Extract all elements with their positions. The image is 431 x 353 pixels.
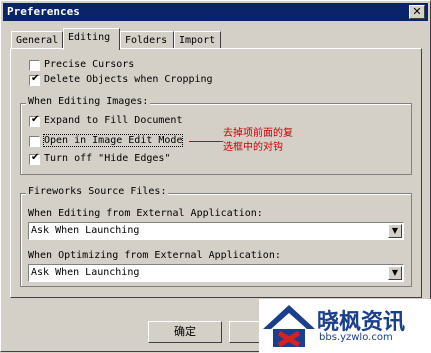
editing-external-select[interactable]: Ask When Launching ▼ xyxy=(28,222,404,240)
tab-import[interactable]: Import xyxy=(174,31,221,49)
window-title: Preferences xyxy=(7,5,80,18)
expand-fill-label[interactable]: Expand to Fill Document xyxy=(44,115,182,126)
tab-folders[interactable]: Folders xyxy=(120,31,174,49)
checkmark-icon: ✔ xyxy=(31,114,40,125)
turn-off-hide-edges-label[interactable]: Turn off "Hide Edges" xyxy=(44,153,170,164)
close-icon: ✕ xyxy=(412,5,422,18)
title-bar[interactable]: Preferences ✕ xyxy=(3,3,428,21)
house-icon xyxy=(263,305,315,348)
watermark-url: bbs.yzwlo.com xyxy=(319,332,393,343)
open-image-edit-checkbox[interactable] xyxy=(29,136,40,147)
source-files-title: Fireworks Source Files: xyxy=(26,186,169,197)
precise-cursors-label[interactable]: Precise Cursors xyxy=(44,59,134,70)
dropdown-arrow-icon[interactable]: ▼ xyxy=(388,266,402,280)
annotation-line xyxy=(189,141,223,142)
preferences-window: Preferences ✕ General Editing Folders Im… xyxy=(0,0,431,353)
checkmark-icon: ✔ xyxy=(31,73,40,84)
checkmark-icon: ✔ xyxy=(31,152,40,163)
ok-button[interactable]: 确定 xyxy=(148,321,222,343)
optimizing-external-label: When Optimizing from External Applicatio… xyxy=(28,250,281,261)
watermark: 晓枫资讯 bbs.yzwlo.com xyxy=(259,299,431,353)
turn-off-hide-edges-checkbox[interactable]: ✔ xyxy=(29,152,40,165)
optimizing-external-select[interactable]: Ask When Launching ▼ xyxy=(28,264,404,282)
close-button[interactable]: ✕ xyxy=(409,5,425,19)
precise-cursors-checkbox[interactable] xyxy=(29,60,40,71)
delete-objects-checkbox[interactable]: ✔ xyxy=(29,73,40,86)
open-image-edit-label[interactable]: Open in Image Edit Mode xyxy=(42,134,184,147)
tab-general[interactable]: General xyxy=(11,31,63,49)
dropdown-arrow-icon[interactable]: ▼ xyxy=(388,224,402,238)
annotation-text: 去掉项前面的复 选框中的对钩 xyxy=(223,128,293,153)
editing-images-title: When Editing Images: xyxy=(26,96,151,107)
editing-external-label: When Editing from External Application: xyxy=(28,208,263,219)
tab-editing[interactable]: Editing xyxy=(63,28,120,50)
delete-objects-label[interactable]: Delete Objects when Cropping xyxy=(44,74,213,85)
expand-fill-checkbox[interactable]: ✔ xyxy=(29,114,40,127)
